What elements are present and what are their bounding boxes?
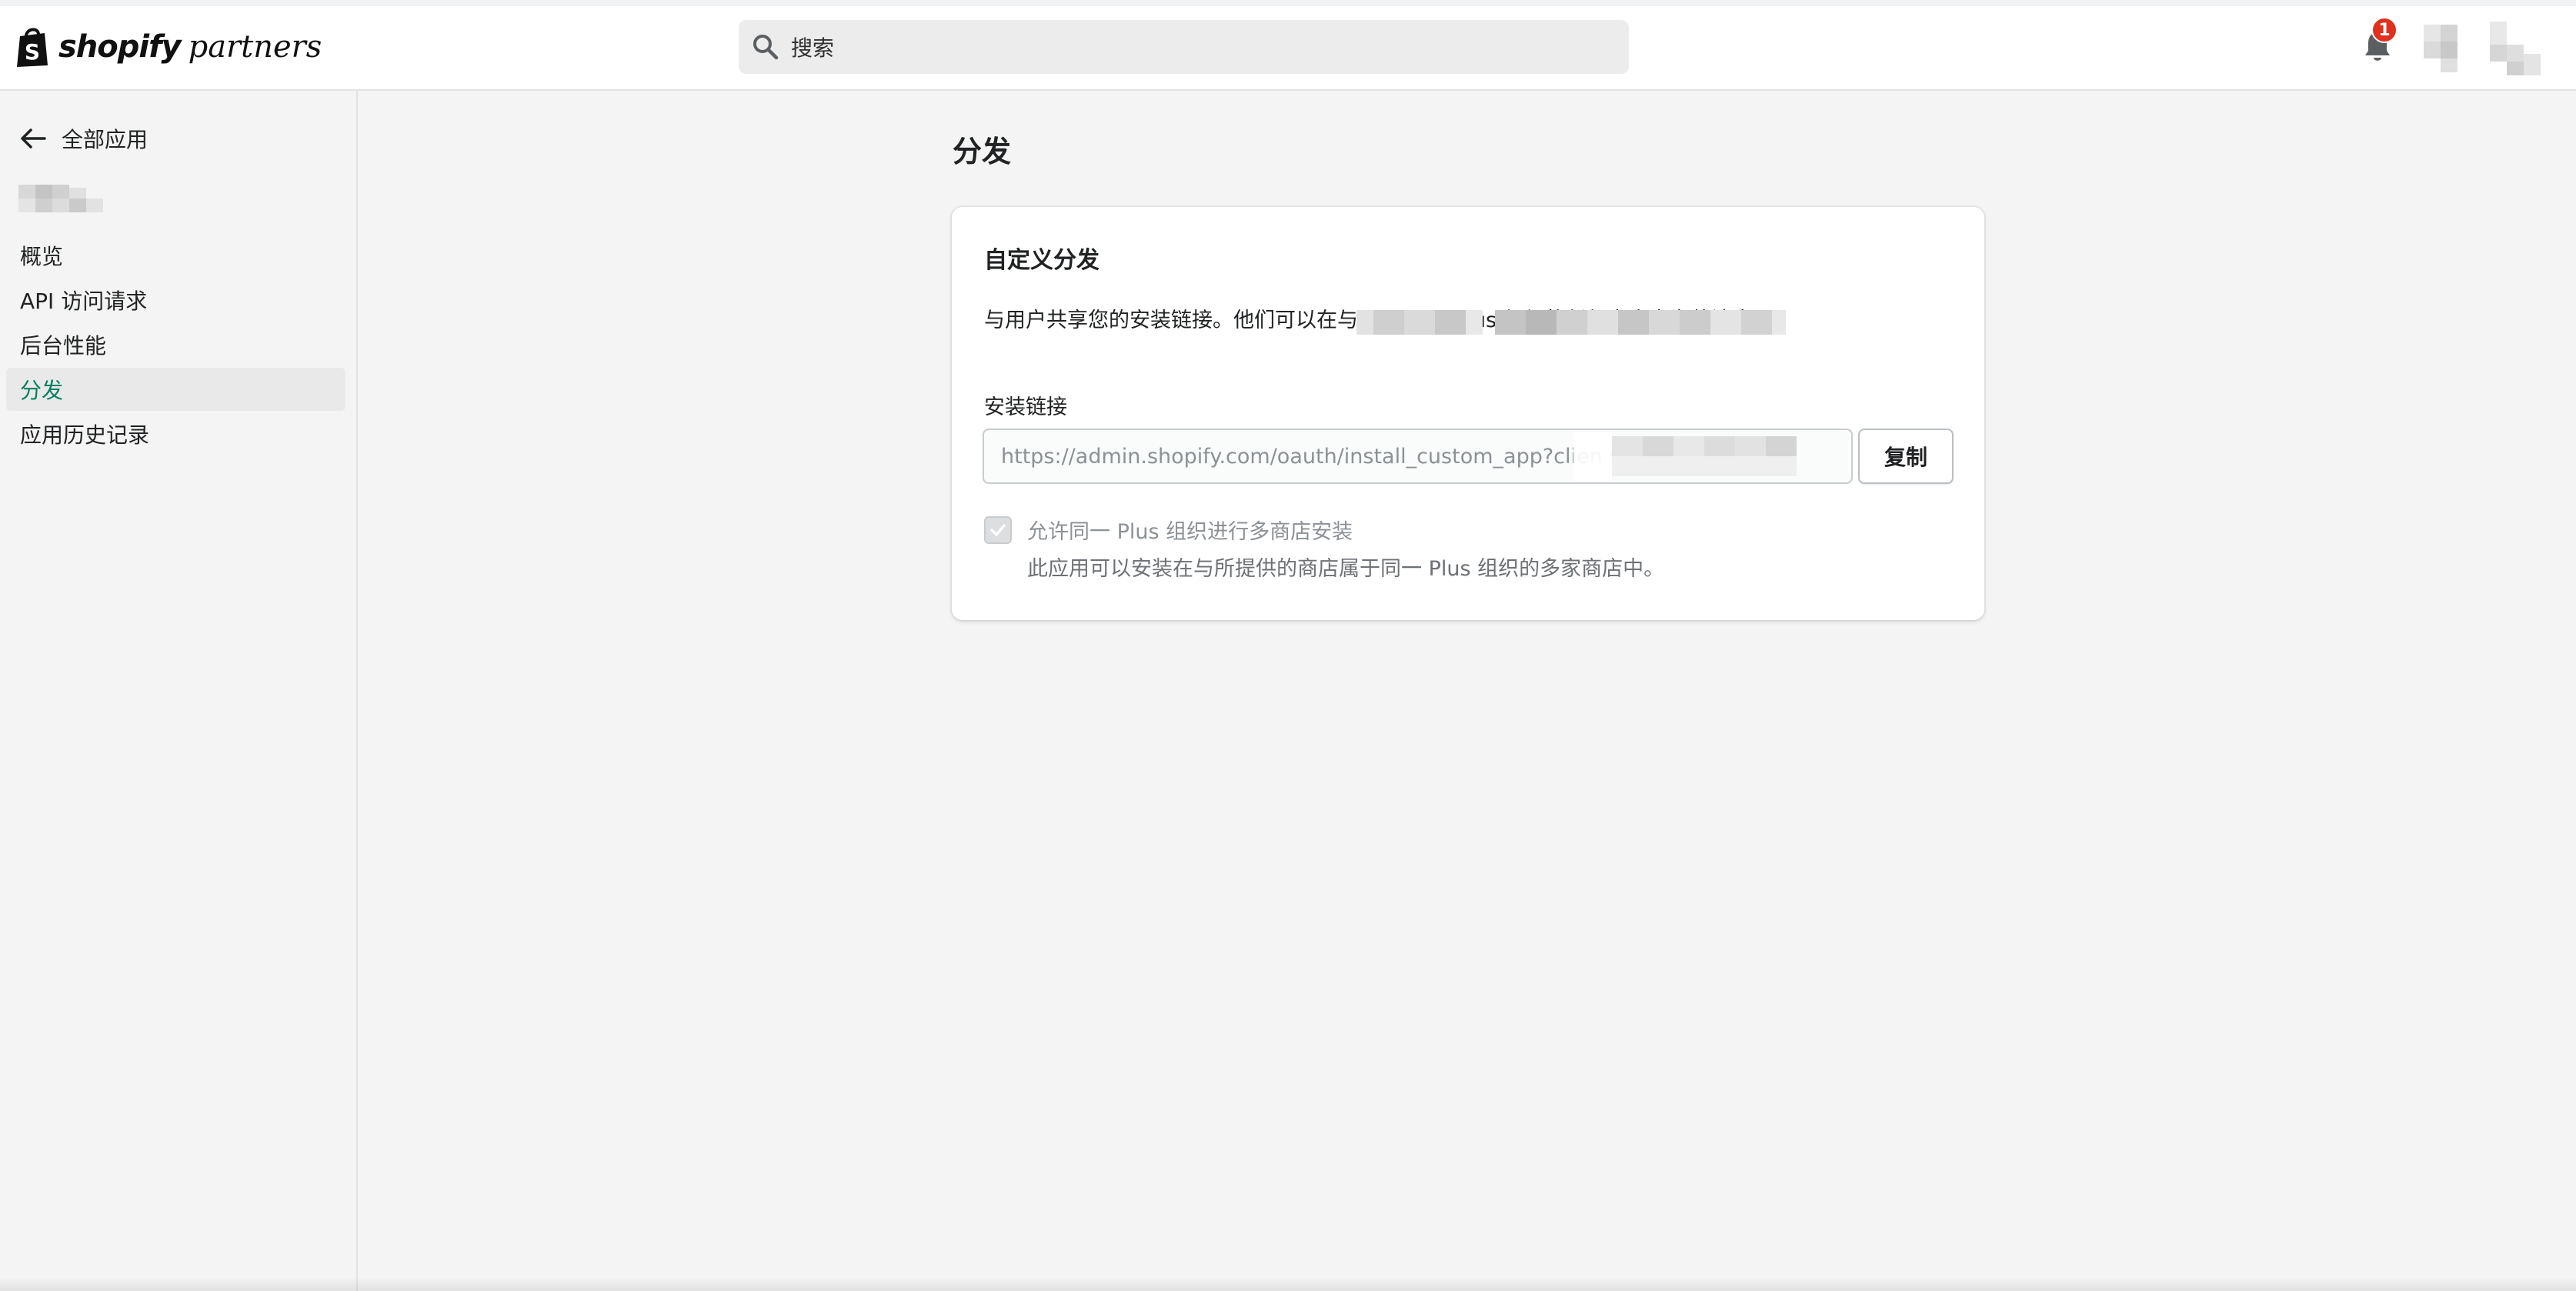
bottom-edge-shadow: [0, 1277, 2576, 1291]
notification-badge: 1: [2371, 17, 2397, 43]
back-link-label: 全部应用: [62, 127, 148, 152]
shopify-bag-icon: S: [17, 28, 48, 67]
logo-suffix: partners: [188, 29, 322, 65]
checkmark-icon: [990, 524, 1006, 536]
sidebar: 全部应用 概览 API 访问请求 后台性能 分发 应用历史记录: [0, 91, 358, 1291]
app-name-blurred: [18, 185, 103, 215]
svg-text:S: S: [25, 39, 40, 65]
install-link-redacted: [1573, 432, 1827, 481]
logo-word: shopify: [58, 29, 182, 65]
top-bar: S shopify partners 搜索 1: [0, 0, 2576, 91]
description-redacted: [1356, 307, 1787, 338]
multi-store-install-checkbox[interactable]: [984, 516, 1012, 544]
search-placeholder: 搜索: [791, 35, 835, 61]
search-input[interactable]: 搜索: [739, 20, 1629, 74]
search-icon: [753, 35, 779, 60]
back-to-all-apps-link[interactable]: 全部应用: [18, 120, 148, 157]
page-title: 分发: [953, 135, 1012, 168]
multi-store-install-help: 此应用可以安装在与所提供的商店属于同一 Plus 组织的多家商店中。: [1027, 557, 1665, 581]
copy-button[interactable]: 复制: [1858, 429, 1954, 484]
shopify-partners-logo[interactable]: S shopify partners: [14, 23, 322, 71]
custom-distribution-card: 自定义分发 与用户共享您的安装链接。他们可以在与 属于同一 Plus 组织的任何…: [952, 207, 1984, 620]
sidebar-item-distribution[interactable]: 分发: [6, 368, 345, 411]
sidebar-item-admin-performance[interactable]: 后台性能: [6, 323, 345, 366]
arrow-left-icon: [21, 128, 46, 148]
sidebar-item-overview[interactable]: 概览: [6, 234, 345, 277]
sidebar-item-app-history[interactable]: 应用历史记录: [6, 412, 345, 455]
install-link-label: 安装链接: [984, 395, 1067, 419]
card-title: 自定义分发: [984, 247, 1099, 274]
account-avatar-blurred[interactable]: [2424, 18, 2554, 80]
sidebar-item-api-access-requests[interactable]: API 访问请求: [6, 279, 345, 322]
multi-store-install-label: 允许同一 Plus 组织进行多商店安装: [1027, 520, 1353, 544]
sidebar-nav: 概览 API 访问请求 后台性能 分发 应用历史记录: [0, 232, 358, 457]
